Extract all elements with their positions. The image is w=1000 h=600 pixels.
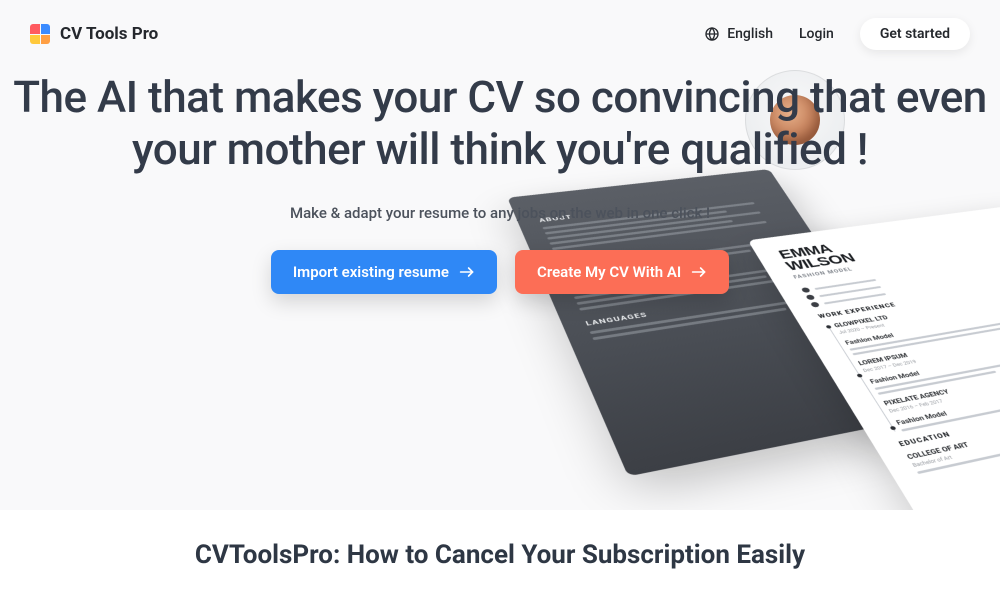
cv-job-title: Fashion Model [869,335,1000,386]
hero-subline: Make & adapt your resume to any jobs on … [10,204,990,222]
page-caption: CVToolsPro: How to Cancel Your Subscript… [0,510,1000,570]
hero-area: ABOUT LINKS REFERENCES LANGUAGES EMMA WI… [0,0,1000,510]
get-started-button[interactable]: Get started [860,18,970,50]
cv-job-company: LOREM IPSUM [857,318,1000,366]
arrow-right-icon [459,266,475,278]
cv-job-title: Fashion Model [844,300,1000,346]
cv-section-education: EDUCATION [897,388,1000,448]
cv-edu-degree: Bachelor of Art [911,407,1000,468]
nav-right: English Login Get started [704,18,970,50]
login-link[interactable]: Login [799,26,834,42]
create-button-label: Create My CV With AI [537,263,681,281]
hero-headline: The AI that makes your CV so convincing … [10,72,990,176]
logo-icon [30,24,50,44]
cv-job-company: PIXELATE AGENCY [882,354,1000,407]
arrow-right-icon [691,266,707,278]
language-label: English [727,26,773,42]
cv-edu-school: COLLEGE OF ART [906,399,1000,461]
import-resume-button[interactable]: Import existing resume [271,250,497,294]
hero-content: The AI that makes your CV so convincing … [0,60,1000,294]
top-nav: CV Tools Pro English Login Get started [0,0,1000,60]
cv-job-dates: Jul 2020 – Present [838,292,1000,336]
cv-timeline: GLOWPIXEL LTD Jul 2020 – Present Fashion… [824,285,1000,434]
brand-name: CV Tools Pro [60,24,158,44]
globe-icon [704,26,720,42]
cv-job-dates: Dec 2016 – Feb 2017 [888,361,1000,414]
cv-job-title: Fashion Model [895,371,1000,427]
language-selector[interactable]: English [704,26,773,42]
import-button-label: Import existing resume [293,263,449,281]
cv-job-dates: Dec 2017 – Dec 2019 [862,325,1000,373]
create-cv-ai-button[interactable]: Create My CV With AI [515,250,729,294]
cta-row: Import existing resume Create My CV With… [10,250,990,294]
